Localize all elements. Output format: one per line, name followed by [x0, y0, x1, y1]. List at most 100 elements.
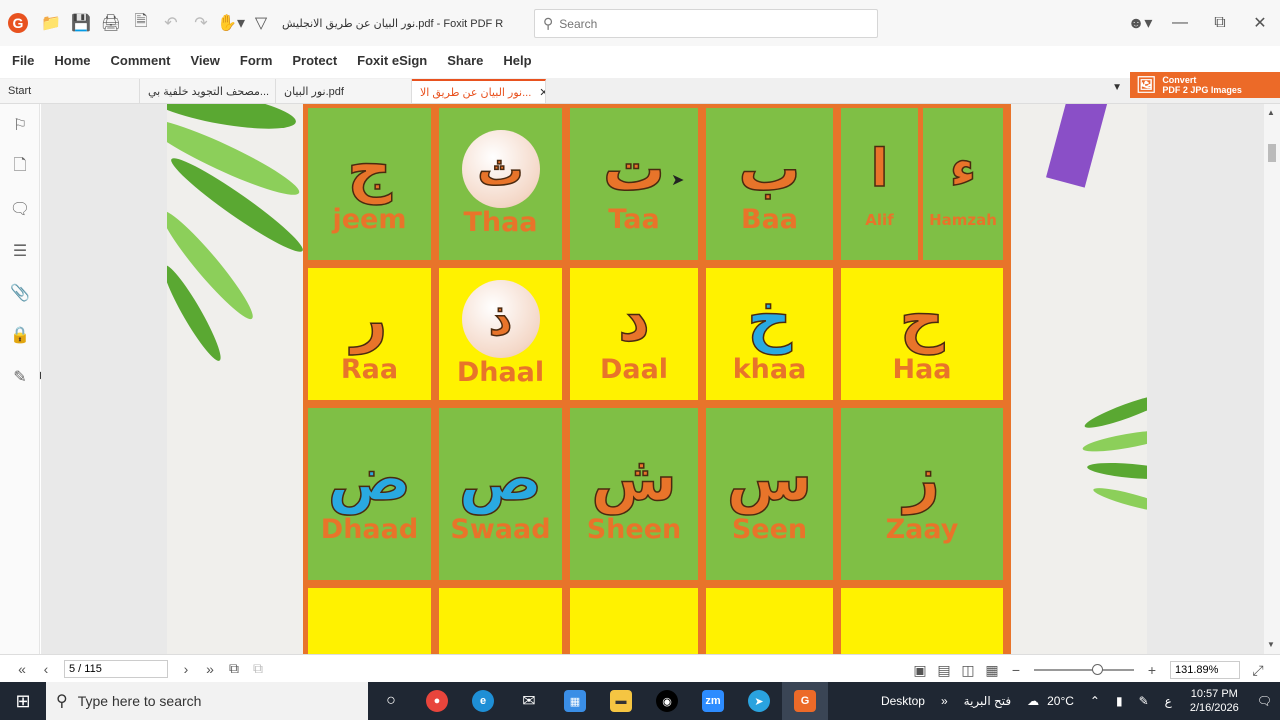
tab-noor-albayan[interactable]: نور البيان.pdf	[276, 79, 412, 103]
letter-cell-daal: د Daal	[570, 268, 698, 400]
language-indicator[interactable]: ع	[1165, 694, 1172, 708]
desktop-toolbar-label[interactable]: Desktop	[881, 694, 925, 708]
letter-name: Baa	[740, 204, 799, 235]
tab-mushaf[interactable]: مصحف التجويد خلفية بي...	[140, 79, 276, 103]
open-folder-icon[interactable]: 📁	[36, 8, 66, 38]
tab-close-icon[interactable]: ✕	[539, 86, 545, 99]
menu-view[interactable]: View	[190, 53, 219, 68]
arabic-letter: س	[726, 442, 813, 516]
attachment-icon[interactable]: 📎	[0, 272, 40, 314]
letter-name: Zaay	[885, 514, 959, 545]
print-icon[interactable]: 🖨	[96, 8, 126, 38]
zoom-in-icon[interactable]: +	[1140, 658, 1164, 682]
scroll-down-icon[interactable]: ▼	[1267, 640, 1275, 649]
leaf-decoration	[1091, 483, 1147, 517]
letter-name: Dhaad	[320, 514, 419, 545]
document-icon[interactable]: 🗎	[126, 8, 156, 38]
scrollbar-thumb[interactable]	[1268, 144, 1276, 162]
menu-protect[interactable]: Protect	[292, 53, 337, 68]
search-input[interactable]	[559, 16, 860, 31]
menu-form[interactable]: Form	[240, 53, 273, 68]
store-icon[interactable]: ▦	[552, 682, 598, 720]
next-page-icon[interactable]: ›	[174, 657, 198, 681]
close-icon[interactable]: ✕	[1240, 8, 1280, 38]
undo-icon[interactable]: ↶	[156, 8, 186, 38]
comments-icon[interactable]: 🗨	[0, 188, 40, 230]
arabic-letter: ح	[899, 282, 945, 356]
pencil-decoration	[1046, 104, 1108, 188]
chrome-icon[interactable]: ●	[414, 682, 460, 720]
first-page-icon[interactable]: «	[10, 657, 34, 681]
search-box[interactable]: ⚲	[534, 9, 878, 38]
menu-home[interactable]: Home	[54, 53, 90, 68]
telegram-icon[interactable]: ➤	[736, 682, 782, 720]
battery-icon[interactable]: ▮	[1116, 694, 1123, 708]
zoom-app-icon[interactable]: zm	[690, 682, 736, 720]
task-view-icon[interactable]: ○	[368, 682, 414, 720]
menu-help[interactable]: Help	[503, 53, 531, 68]
menu-share[interactable]: Share	[447, 53, 483, 68]
mouse-cursor-icon: ➤	[671, 172, 685, 189]
previous-page-icon[interactable]: ‹	[34, 657, 58, 681]
foxit-app-icon[interactable]: G	[782, 682, 828, 720]
customize-dropdown-icon[interactable]: ▽	[246, 8, 276, 38]
pages-icon[interactable]: 🗋	[0, 146, 40, 188]
save-icon[interactable]: 💾	[66, 8, 96, 38]
restore-icon[interactable]: ⧉	[1200, 8, 1240, 38]
convert-pdf-button[interactable]: 🖼 Convert PDF 2 JPG Images	[1130, 72, 1280, 98]
hand-tool-icon[interactable]: ✋▾	[216, 8, 246, 38]
letter-circle: ث	[461, 130, 540, 208]
page-number-input[interactable]	[64, 659, 168, 678]
facing-view-icon[interactable]: ◫	[956, 658, 980, 682]
app-icon[interactable]: ◉	[644, 682, 690, 720]
windows-start-icon[interactable]: ⊞	[0, 682, 46, 720]
zoom-slider[interactable]	[1034, 664, 1134, 675]
menu-file[interactable]: File	[12, 53, 34, 68]
pen-icon[interactable]: ✎	[1139, 694, 1149, 708]
weather-icon[interactable]: ☁	[1027, 694, 1039, 708]
view-single-page-icon[interactable]: ⧉	[222, 657, 246, 681]
account-icon[interactable]: ☻▾	[1120, 8, 1160, 38]
mail-icon[interactable]: ✉	[506, 682, 552, 720]
tab-start[interactable]: Start	[0, 79, 140, 103]
file-explorer-icon[interactable]: ▬	[598, 682, 644, 720]
document-title: نور البيان عن طريق الانجليش.pdf - Foxit …	[282, 17, 504, 30]
vertical-scrollbar[interactable]: ▲ ▼	[1264, 104, 1280, 654]
redo-icon[interactable]: ↷	[186, 8, 216, 38]
zoom-out-icon[interactable]: −	[1004, 658, 1028, 682]
menu-comment[interactable]: Comment	[111, 53, 171, 68]
minimize-icon[interactable]: —	[1160, 8, 1200, 38]
tab-noor-albayan-english[interactable]: نور البيان عن طريق الا... ✕	[412, 79, 546, 103]
continuous-facing-view-icon[interactable]: ▦	[980, 658, 1004, 682]
taskbar-search[interactable]: ⚲ Type here to search	[46, 682, 368, 720]
weather-temperature[interactable]: 20°C	[1047, 694, 1074, 708]
view-facing-icon[interactable]: ⧉	[246, 657, 270, 681]
document-viewport[interactable]: ج jeem ث Thaa ت Taa ب Baa ا Alif ء Hamza…	[41, 104, 1264, 654]
tab-list-dropdown-icon[interactable]: ▼	[1112, 82, 1122, 93]
bookmark-icon[interactable]: ⚐	[0, 104, 40, 146]
layers-icon[interactable]: ☰	[0, 230, 40, 272]
leaf-decoration	[1081, 426, 1147, 456]
single-page-view-icon[interactable]: ▣	[908, 658, 932, 682]
security-icon[interactable]: 🔒	[0, 314, 40, 356]
continuous-view-icon[interactable]: ▤	[932, 658, 956, 682]
scroll-up-icon[interactable]: ▲	[1267, 108, 1275, 117]
chevron-up-icon[interactable]: ⌃	[1090, 694, 1100, 708]
letter-name: Dhaal	[456, 357, 545, 388]
notifications-icon[interactable]: 🗨	[1257, 694, 1272, 708]
last-page-icon[interactable]: »	[198, 657, 222, 681]
letter-cell-zaay: ز Zaay	[841, 408, 1003, 580]
foxit-logo: G	[0, 13, 36, 33]
zoom-slider-knob[interactable]	[1092, 664, 1103, 675]
chevron-double-icon[interactable]: »	[941, 694, 948, 708]
edge-icon[interactable]: e	[460, 682, 506, 720]
clock[interactable]: 10:57 PM 2/16/2026	[1190, 687, 1239, 715]
letter-name: khaa	[732, 354, 807, 385]
letter-cell-partial	[439, 588, 562, 654]
fullscreen-icon[interactable]: ⤢	[1246, 658, 1270, 682]
letter-cell-partial	[841, 588, 1003, 654]
zoom-level-input[interactable]	[1170, 661, 1240, 679]
signature-icon[interactable]: ✎	[0, 356, 40, 398]
toolbar-arabic-label[interactable]: فتح البرية	[964, 694, 1011, 708]
menu-foxit-esign[interactable]: Foxit eSign	[357, 53, 427, 68]
